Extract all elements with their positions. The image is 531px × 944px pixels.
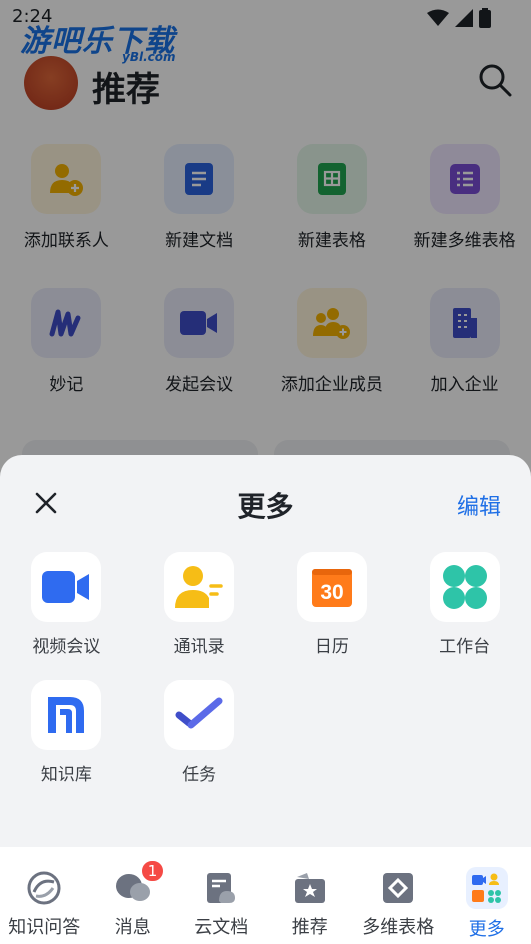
tab-ai-qa[interactable]: 知识问答 [0, 847, 89, 944]
app-tasks[interactable]: 任务 [133, 680, 266, 808]
cloud-docs-icon [202, 869, 240, 907]
app-label: 通讯录 [173, 637, 225, 657]
app-video-meeting[interactable]: 视频会议 [0, 552, 133, 680]
messages-icon: 1 [114, 859, 166, 907]
tab-label: 更多 [468, 919, 505, 940]
tab-cloud-docs[interactable]: 云文档 [177, 847, 266, 944]
edit-button[interactable]: 编辑 [457, 489, 501, 521]
workplace-icon [429, 552, 500, 622]
app-row: 知识库 任务 [0, 680, 531, 808]
app-label: 工作台 [439, 637, 491, 657]
more-apps-icon [465, 867, 508, 909]
app-label: 视频会议 [32, 637, 101, 657]
recommend-icon [291, 869, 329, 907]
tab-label: 消息 [114, 917, 151, 938]
video-call-icon [31, 552, 102, 622]
bitable-icon [379, 869, 417, 907]
ai-qa-icon [25, 869, 63, 907]
calendar-day: 30 [320, 581, 343, 604]
app-workplace[interactable]: 工作台 [398, 552, 531, 680]
sheet-title: 更多 [237, 490, 294, 523]
more-sheet: 更多 编辑 视频会议 通讯录 30 日历 工作台 知识库 任务 [0, 455, 531, 847]
app-label: 知识库 [40, 765, 92, 785]
app-label: 日历 [314, 637, 349, 657]
tab-label: 多维表格 [362, 917, 435, 938]
tasks-icon [164, 680, 235, 750]
app-grid: 视频会议 通讯录 30 日历 工作台 知识库 任务 [0, 552, 531, 808]
tab-more[interactable]: 更多 [443, 847, 531, 944]
tab-label: 云文档 [194, 917, 249, 938]
app-wiki[interactable]: 知识库 [0, 680, 133, 808]
app-calendar[interactable]: 30 日历 [266, 552, 399, 680]
unread-badge: 1 [139, 859, 166, 883]
tab-recommend[interactable]: 推荐 [266, 847, 355, 944]
wiki-icon [31, 680, 102, 750]
calendar-icon: 30 [296, 552, 367, 622]
tab-bitable[interactable]: 多维表格 [354, 847, 443, 944]
tab-messages[interactable]: 1 消息 [89, 847, 178, 944]
app-contacts[interactable]: 通讯录 [133, 552, 266, 680]
contacts-icon [164, 552, 235, 622]
app-label: 任务 [182, 765, 217, 785]
tab-label: 推荐 [291, 917, 328, 938]
bottom-tab-bar: 知识问答 1 消息 云文档 推荐 多维表格 更多 [0, 847, 531, 944]
app-row: 视频会议 通讯录 30 日历 工作台 [0, 552, 531, 680]
tab-label: 知识问答 [8, 917, 81, 938]
